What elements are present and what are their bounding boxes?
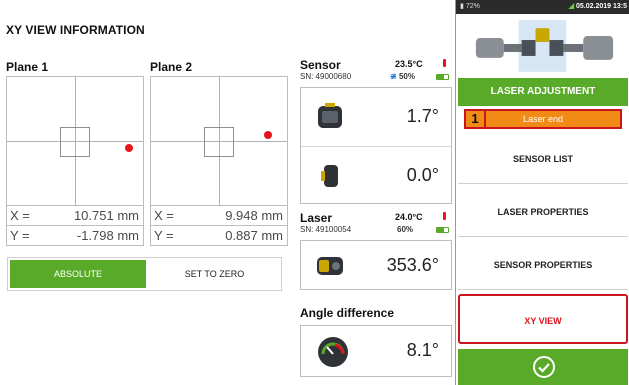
sensor-list-item[interactable]: SENSOR LIST: [458, 134, 628, 184]
thermometer-icon: [443, 59, 446, 67]
laser-serial: SN: 49100054: [300, 225, 352, 234]
sensor-battery-icon: [436, 74, 449, 80]
laser-end-button[interactable]: Laser end: [464, 109, 622, 129]
gauge-icon: [318, 337, 348, 367]
plane-2-label: Plane 2: [150, 60, 193, 74]
plane-2-y-value: 0.887 mm: [225, 228, 283, 243]
laser-device-icon: [317, 257, 343, 275]
right-panel: ▮ 72% ◢ 05.02.2019 13:5 LASER ADJUSTMENT…: [455, 0, 629, 385]
sensor-temperature: 23.5°C: [395, 59, 423, 69]
laser-reading: 353.6°: [386, 255, 439, 275]
angle-difference-box: 8.1°: [300, 325, 452, 377]
laser-properties-item[interactable]: LASER PROPERTIES: [458, 187, 628, 237]
laser-temperature: 24.0°C: [395, 212, 423, 222]
confirm-button[interactable]: [458, 349, 628, 385]
sensor-reading-2: 0.0°: [406, 165, 439, 185]
signal-icon: ◢: [568, 3, 575, 10]
laser-reading-box: 353.6°: [300, 240, 452, 290]
battery-icon: ▮: [460, 3, 464, 10]
xy-view-item[interactable]: XY VIEW: [458, 294, 628, 344]
absolute-button[interactable]: ABSOLUTE: [10, 260, 146, 288]
sensor-side-icon: [321, 165, 338, 187]
plane-1-x-value: 10.751 mm: [73, 208, 139, 223]
mode-toggle: ABSOLUTE SET TO ZERO: [7, 257, 282, 291]
plane-2-x-key: X =: [154, 208, 174, 223]
plane-1-x-row: X = 10.751 mm: [7, 206, 143, 225]
sensor-signal-value: 50%: [398, 72, 415, 81]
status-bar: ▮ 72% ◢ 05.02.2019 13:5: [456, 0, 629, 14]
plane-1-plot: [6, 76, 144, 206]
plane-1-y-row: Y = -1.798 mm: [7, 225, 143, 244]
machine-train-icon: [456, 14, 629, 78]
laser-adjustment-header: LASER ADJUSTMENT: [458, 78, 628, 106]
sensor-front-icon: [318, 103, 342, 128]
laser-title: Laser: [300, 211, 333, 225]
status-battery-value: 72%: [465, 3, 480, 10]
set-to-zero-button[interactable]: SET TO ZERO: [148, 260, 281, 288]
wifi-icon: ≇: [390, 72, 397, 81]
sensor-reading-1: 1.7°: [406, 106, 439, 126]
plane-1-readout: X = 10.751 mm Y = -1.798 mm: [6, 206, 144, 246]
page-title: XY VIEW INFORMATION: [6, 23, 145, 37]
plane-2-readout: X = 9.948 mm Y = 0.887 mm: [150, 206, 288, 246]
laser-battery-icon: [436, 227, 449, 233]
plane-1-x-key: X =: [10, 208, 30, 223]
sensor-reading-row-2: 0.0°: [301, 147, 451, 205]
sensor-title: Sensor: [300, 58, 341, 72]
plane-2-y-key: Y =: [154, 228, 174, 243]
angle-difference-value: 8.1°: [406, 340, 439, 360]
plane-2-x-row: X = 9.948 mm: [151, 206, 287, 225]
sensor-reading-row-1: 1.7°: [301, 88, 451, 146]
sensor-serial: SN: 49000680: [300, 72, 352, 81]
status-datetime-value: 05.02.2019 13:5: [576, 3, 627, 10]
plane-2-x-value: 9.948 mm: [225, 208, 283, 223]
callout-badge: 1: [464, 109, 486, 129]
plane-2-plot: [150, 76, 288, 206]
plane-1-y-value: -1.798 mm: [76, 228, 139, 243]
sensor-properties-item[interactable]: SENSOR PROPERTIES: [458, 240, 628, 290]
sensor-readings-box: 1.7° 0.0°: [300, 87, 452, 204]
plane-1-target-box: [60, 127, 90, 157]
check-circle-icon: [533, 356, 555, 378]
laser-thermometer-icon: [443, 212, 446, 220]
status-datetime: ◢ 05.02.2019 13:5: [569, 0, 627, 14]
plane-1-y-key: Y =: [10, 228, 30, 243]
plane-2-y-row: Y = 0.887 mm: [151, 225, 287, 244]
laser-battery-value: 60%: [397, 225, 414, 234]
plane-2-target-box: [204, 127, 234, 157]
plane-1-position-dot: [125, 144, 133, 152]
angle-difference-title: Angle difference: [300, 306, 395, 320]
sensor-signal: ≇ 50%: [390, 72, 415, 81]
plane-1-label: Plane 1: [6, 60, 49, 74]
status-battery: ▮ 72%: [460, 0, 480, 14]
plane-2-position-dot: [264, 131, 272, 139]
